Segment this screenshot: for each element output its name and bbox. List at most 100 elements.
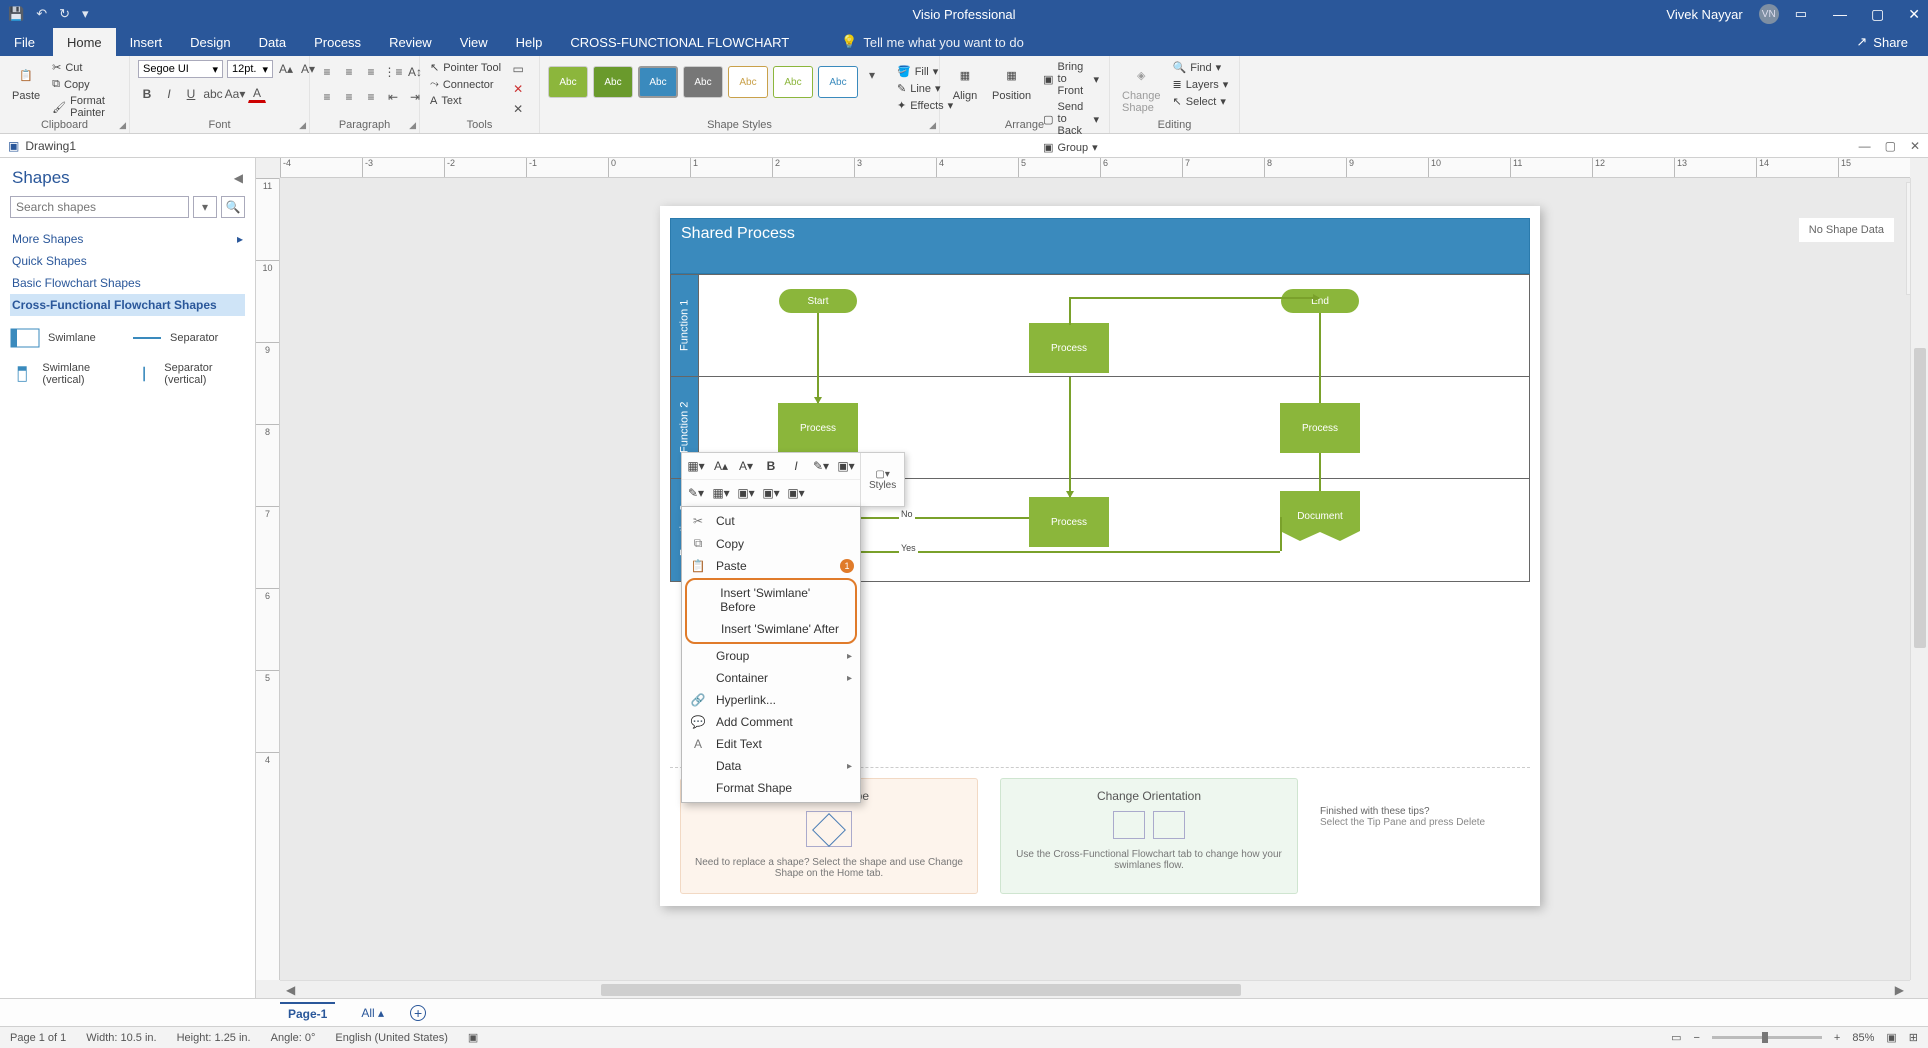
window-minimize-icon[interactable]: — bbox=[1859, 139, 1871, 153]
stencil-separator[interactable]: Separator bbox=[132, 328, 240, 348]
tip-change-orientation[interactable]: Change Orientation Use the Cross-Functio… bbox=[1000, 778, 1298, 894]
search-submit-icon[interactable]: 🔍 bbox=[221, 196, 245, 218]
search-input[interactable] bbox=[10, 196, 189, 218]
connector[interactable] bbox=[1319, 313, 1321, 383]
rectangle-tool-icon[interactable]: ▭ bbox=[509, 60, 527, 78]
save-icon[interactable]: 💾 bbox=[8, 6, 24, 22]
cm-container[interactable]: Container▸ bbox=[682, 667, 860, 689]
style-swatch[interactable]: Abc bbox=[593, 66, 633, 98]
font-color-button[interactable]: A bbox=[248, 85, 266, 103]
mini-fill-icon[interactable]: ▦▾ bbox=[685, 456, 707, 476]
tab-review[interactable]: Review bbox=[375, 28, 446, 56]
swimlane-title[interactable]: Shared Process bbox=[670, 218, 1530, 274]
font-size-select[interactable]: 12pt.▾ bbox=[227, 60, 273, 78]
minimize-icon[interactable]: — bbox=[1833, 6, 1847, 23]
align-middle-icon[interactable]: ≡ bbox=[340, 63, 358, 81]
text-tool-button[interactable]: AText bbox=[428, 94, 503, 108]
scroll-thumb[interactable] bbox=[1914, 348, 1926, 648]
connector[interactable] bbox=[1319, 479, 1321, 491]
lane-label[interactable]: Function 1 bbox=[671, 275, 699, 376]
tab-file[interactable]: File bbox=[0, 28, 49, 56]
cm-add-comment[interactable]: 💬Add Comment bbox=[682, 711, 860, 733]
cm-data[interactable]: Data▸ bbox=[682, 755, 860, 777]
section-cross-functional[interactable]: Cross-Functional Flowchart Shapes bbox=[10, 294, 245, 316]
paste-button[interactable]: 📋 Paste bbox=[8, 60, 44, 104]
page-tab[interactable]: Page-1 bbox=[280, 1002, 335, 1024]
shape-start[interactable]: Start bbox=[779, 289, 857, 313]
connector[interactable] bbox=[1069, 377, 1071, 479]
share-button[interactable]: ↗ Share bbox=[1856, 28, 1928, 56]
mini-arrange-icon[interactable]: ▣▾ bbox=[735, 483, 757, 503]
align-top-icon[interactable]: ≡ bbox=[318, 63, 336, 81]
mini-font-grow-icon[interactable]: A▴ bbox=[710, 456, 732, 476]
style-swatch[interactable]: Abc bbox=[548, 66, 588, 98]
style-swatch[interactable]: Abc bbox=[728, 66, 768, 98]
style-swatch[interactable]: Abc bbox=[683, 66, 723, 98]
cm-hyperlink[interactable]: 🔗Hyperlink... bbox=[682, 689, 860, 711]
tab-design[interactable]: Design bbox=[176, 28, 244, 56]
bullets-icon[interactable]: ⋮≡ bbox=[384, 63, 402, 81]
shape-process[interactable]: Process bbox=[1280, 403, 1360, 453]
zoom-slider[interactable] bbox=[1712, 1036, 1822, 1039]
zoom-level[interactable]: 85% bbox=[1852, 1032, 1874, 1044]
collapse-icon[interactable]: ◀ bbox=[234, 171, 243, 185]
shape-process[interactable]: Process bbox=[1029, 323, 1109, 373]
mini-more-icon[interactable]: ▣▾ bbox=[785, 483, 807, 503]
tab-process[interactable]: Process bbox=[300, 28, 375, 56]
tell-me[interactable]: 💡 Tell me what you want to do bbox=[841, 28, 1024, 56]
qat-more-icon[interactable]: ▾ bbox=[82, 6, 89, 22]
connector[interactable] bbox=[817, 551, 1280, 553]
italic-button[interactable]: I bbox=[160, 85, 178, 103]
connector-button[interactable]: ⤳Connector bbox=[428, 77, 503, 92]
mini-group-icon[interactable]: ▣▾ bbox=[760, 483, 782, 503]
shape-process[interactable]: Process bbox=[778, 403, 858, 453]
connector[interactable] bbox=[1069, 297, 1319, 299]
scroll-thumb[interactable] bbox=[601, 984, 1241, 996]
user-name[interactable]: Vivek Nayyar bbox=[1666, 7, 1742, 22]
cm-edit-text[interactable]: AEdit Text bbox=[682, 733, 860, 755]
tab-insert[interactable]: Insert bbox=[116, 28, 177, 56]
gallery-more-icon[interactable]: ▾ bbox=[863, 66, 881, 84]
align-left-icon[interactable]: ≡ bbox=[318, 88, 336, 106]
cut-button[interactable]: ✂Cut bbox=[50, 60, 121, 75]
tab-home[interactable]: Home bbox=[53, 28, 116, 56]
pointer-tool-button[interactable]: ↖Pointer Tool bbox=[428, 60, 503, 75]
strikethrough-button[interactable]: abc bbox=[204, 85, 222, 103]
connector[interactable] bbox=[1069, 297, 1071, 325]
find-button[interactable]: 🔍Find▾ bbox=[1171, 60, 1231, 75]
stencil-swimlane-vertical[interactable]: Swimlane (vertical) bbox=[10, 362, 118, 386]
tab-help[interactable]: Help bbox=[502, 28, 557, 56]
redo-icon[interactable]: ↻ bbox=[59, 6, 70, 22]
align-center-icon[interactable]: ≡ bbox=[340, 88, 358, 106]
status-language[interactable]: English (United States) bbox=[335, 1032, 448, 1044]
connector[interactable] bbox=[843, 517, 1029, 519]
delete-connector-icon[interactable]: ✕ bbox=[509, 80, 527, 98]
connector[interactable] bbox=[817, 313, 819, 383]
position-button[interactable]: ▦Position bbox=[988, 60, 1035, 104]
avatar[interactable]: VN bbox=[1759, 4, 1779, 24]
group-button[interactable]: ▣Group▾ bbox=[1041, 140, 1101, 155]
tab-cross-functional[interactable]: CROSS-FUNCTIONAL FLOWCHART bbox=[556, 28, 803, 56]
window-close-icon[interactable]: ✕ bbox=[1910, 139, 1920, 153]
mini-highlight-icon[interactable]: ✎▾ bbox=[810, 456, 832, 476]
layers-button[interactable]: ≣Layers▾ bbox=[1171, 77, 1231, 92]
tab-view[interactable]: View bbox=[446, 28, 502, 56]
macro-recording-icon[interactable]: ▣ bbox=[468, 1031, 478, 1044]
canvas[interactable]: Shared Process Function 1 Start Process … bbox=[280, 178, 1910, 980]
shape-process[interactable]: Process bbox=[1029, 497, 1109, 547]
cm-insert-swimlane-before[interactable]: Insert 'Swimlane' Before bbox=[687, 582, 855, 618]
align-bottom-icon[interactable]: ≡ bbox=[362, 63, 380, 81]
underline-button[interactable]: U bbox=[182, 85, 200, 103]
mini-font-shrink-icon[interactable]: A▾ bbox=[735, 456, 757, 476]
shape-document[interactable]: Document bbox=[1280, 491, 1360, 541]
window-restore-icon[interactable]: ▢ bbox=[1885, 139, 1896, 153]
shape-end[interactable]: End bbox=[1281, 289, 1359, 313]
case-button[interactable]: Aa▾ bbox=[226, 85, 244, 103]
align-right-icon[interactable]: ≡ bbox=[362, 88, 380, 106]
mini-line-icon[interactable]: ✎▾ bbox=[685, 483, 707, 503]
select-button[interactable]: ↖Select▾ bbox=[1171, 94, 1231, 109]
connector[interactable] bbox=[1280, 517, 1282, 551]
add-page-button[interactable]: + bbox=[410, 1005, 426, 1021]
connector[interactable] bbox=[1319, 377, 1321, 403]
stencil-separator-vertical[interactable]: Separator (vertical) bbox=[132, 362, 240, 386]
